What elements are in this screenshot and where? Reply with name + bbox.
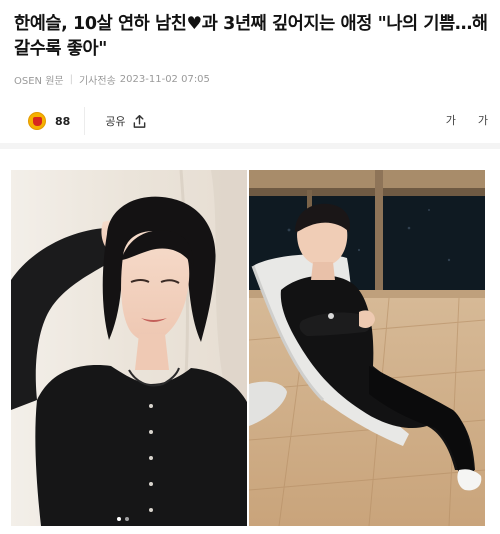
article-datetime: 2023-11-02 07:05 — [119, 73, 210, 85]
article-headline: 한예슬, 10살 연하 남친♥과 3년째 깊어지는 애정 "나의 기쁨…해 갈수… — [14, 12, 490, 62]
woman-portrait-photo[interactable] — [11, 170, 247, 526]
reaction-emoji-icon — [28, 112, 46, 130]
font-size-small-button[interactable]: 가 — [446, 112, 456, 128]
font-size-large-button[interactable]: 가 — [478, 112, 488, 128]
indicator-dot-active[interactable] — [117, 517, 121, 521]
reaction-button[interactable]: 88 — [14, 107, 86, 135]
share-label: 공유 — [105, 115, 126, 128]
reaction-count: 88 — [55, 114, 71, 128]
section-divider — [0, 143, 500, 149]
headline-text-1: 한예슬, 10살 연하 남친 — [14, 14, 187, 34]
meta-separator: | — [69, 73, 73, 85]
share-button[interactable]: 공유 — [105, 107, 146, 135]
source-link[interactable]: OSEN 원문 — [14, 72, 64, 87]
heart-symbol: ♥ — [186, 14, 202, 34]
share-icon — [133, 114, 145, 128]
action-bar: 88 공유 가 가 — [14, 106, 490, 136]
font-size-controls: 가 가 — [446, 112, 488, 128]
sent-label: 기사전송 — [78, 75, 116, 87]
article-meta: OSEN 원문 | 기사전송 2023-11-02 07:05 — [14, 71, 210, 87]
gallery-indicator — [117, 517, 129, 521]
man-reclining-photo[interactable] — [249, 170, 485, 526]
indicator-dot[interactable] — [125, 517, 129, 521]
